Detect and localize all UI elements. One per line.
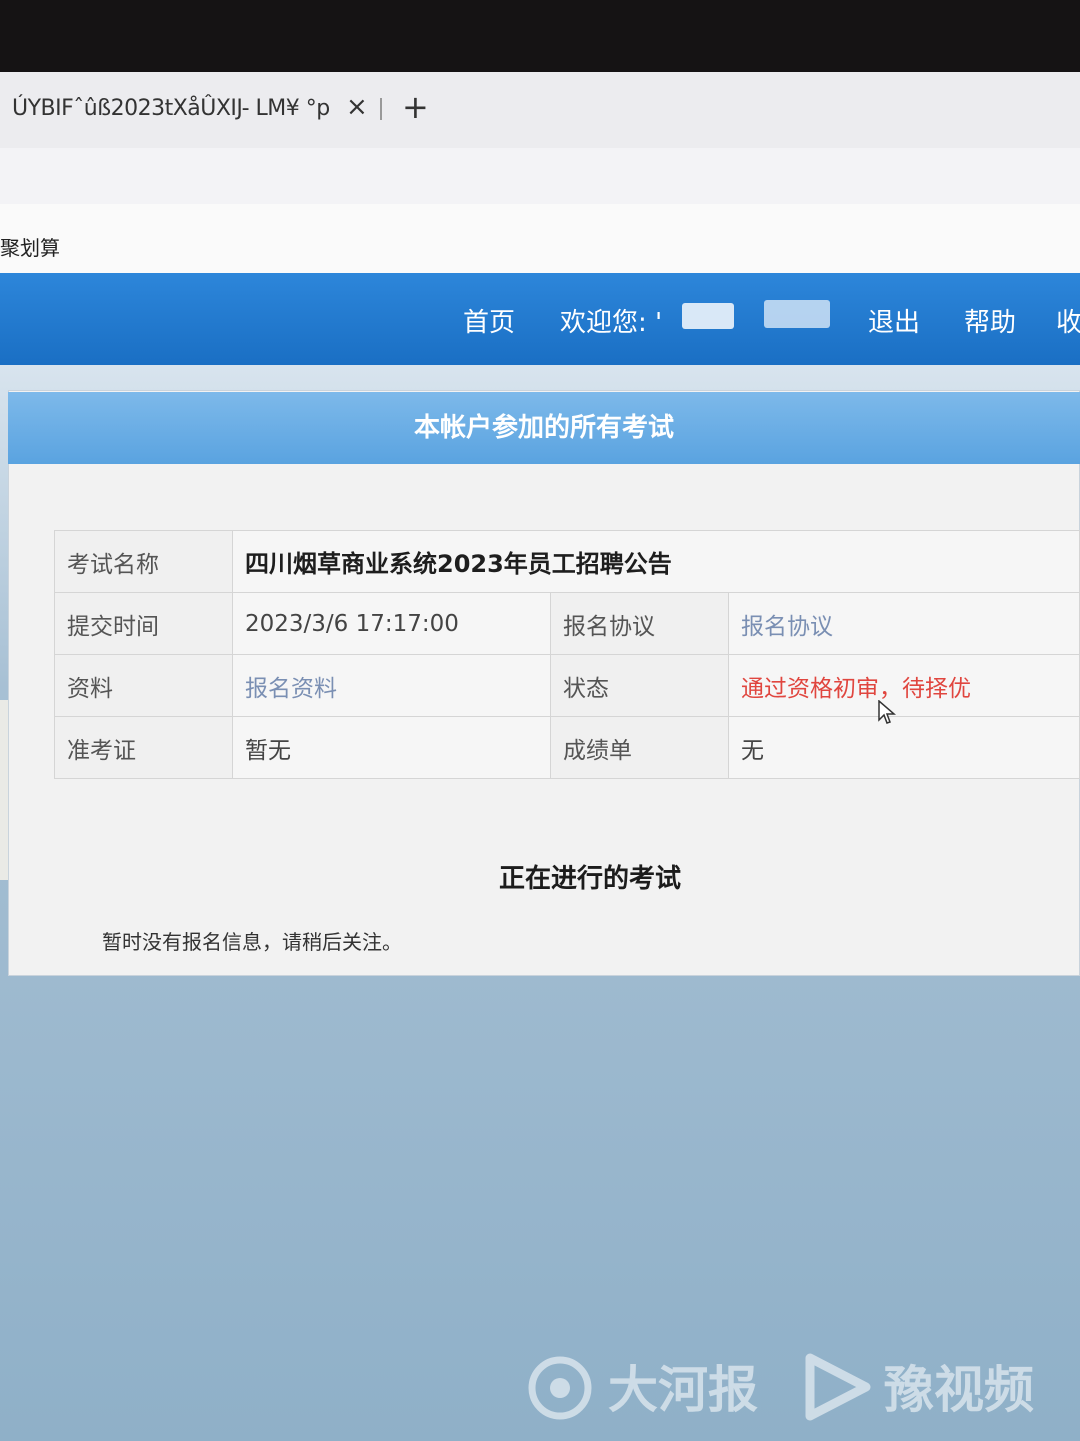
nav-help-link[interactable]: 帮助 xyxy=(964,302,1016,339)
nav-welcome-text: 欢迎您: ' xyxy=(560,308,663,338)
status-label: 状态 xyxy=(550,654,729,717)
agreement-label: 报名协议 xyxy=(550,592,729,655)
agreement-link[interactable]: 报名协议 xyxy=(728,592,1080,655)
new-tab-icon[interactable]: + xyxy=(402,88,429,126)
nav-more-link[interactable]: 收 xyxy=(1056,302,1080,339)
score-label: 成绩单 xyxy=(550,716,729,779)
panel-header: 本帐户参加的所有考试 xyxy=(8,392,1080,464)
exam-name-label: 考试名称 xyxy=(54,530,233,593)
mouse-cursor-icon xyxy=(878,700,897,724)
monitor-bezel xyxy=(0,0,1080,78)
table-row: 考试名称 四川烟草商业系统2023年员工招聘公告 xyxy=(54,530,1080,593)
score-value: 无 xyxy=(728,716,1080,779)
materials-label: 资料 xyxy=(54,654,233,717)
ongoing-exams-title: 正在进行的考试 xyxy=(498,864,681,894)
tab-close-icon[interactable]: × xyxy=(346,92,368,122)
redacted-username xyxy=(682,303,734,329)
admission-label: 准考证 xyxy=(54,716,233,779)
redacted-username-2 xyxy=(764,300,830,328)
table-row: 提交时间 2023/3/6 17:17:00 报名协议 报名协议 xyxy=(54,592,1080,655)
watermark-dahebao: 大河报 xyxy=(608,1361,758,1419)
browser-toolbar xyxy=(0,148,1080,204)
materials-link[interactable]: 报名资料 xyxy=(232,654,551,717)
nav-logout-link[interactable]: 退出 xyxy=(868,302,920,339)
admission-value: 暂无 xyxy=(232,716,551,779)
bookmark-item[interactable]: 聚划算 xyxy=(0,232,60,261)
ongoing-exams-notice: 暂时没有报名信息，请稍后关注。 xyxy=(102,930,402,954)
watermark-yushipin: 豫视频 xyxy=(884,1361,1034,1419)
dahebao-logo-icon xyxy=(528,1356,592,1420)
status-value: 通过资格初审，待择优 xyxy=(728,654,1080,717)
nav-home-link[interactable]: 首页 xyxy=(463,302,515,339)
table-row: 资料 报名资料 状态 通过资格初审，待择优 xyxy=(54,654,1080,717)
table-row: 准考证 暂无 成绩单 无 xyxy=(54,716,1080,779)
tab-separator xyxy=(380,98,382,120)
exam-info-table: 考试名称 四川烟草商业系统2023年员工招聘公告 提交时间 2023/3/6 1… xyxy=(54,530,1080,779)
submit-time-value: 2023/3/6 17:17:00 xyxy=(232,592,551,655)
exam-name-value: 四川烟草商业系统2023年员工招聘公告 xyxy=(232,530,1080,593)
play-logo-icon xyxy=(805,1353,871,1421)
submit-time-label: 提交时间 xyxy=(54,592,233,655)
bookmarks-bar xyxy=(0,204,1080,274)
browser-tab-title[interactable]: ÚYBIFˆûß2023tXåÛXIJ- LM¥ °p xyxy=(12,96,330,121)
